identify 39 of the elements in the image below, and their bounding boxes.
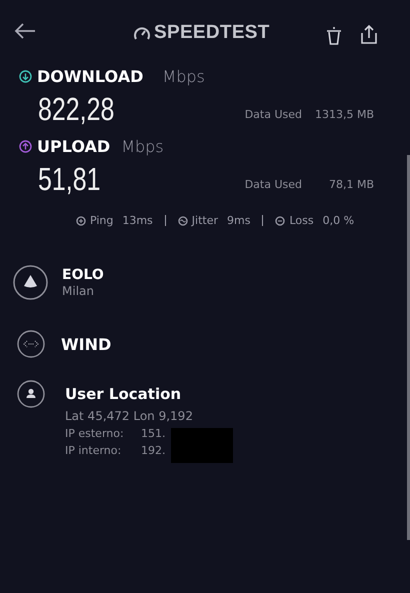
ip-label: IP interno:: [65, 444, 122, 457]
unit-label: Mbps: [162, 66, 205, 86]
metric-value: 13ms: [122, 214, 153, 227]
server-icon: [13, 265, 48, 300]
data-used-value: 1313,5 MB: [314, 108, 374, 121]
gauge-icon: [133, 26, 151, 40]
loss-icon: [275, 216, 286, 226]
metric-label: Loss: [289, 214, 314, 227]
result-label: DOWNLOAD: [37, 66, 144, 86]
result-label: UPLOAD: [37, 136, 110, 156]
ip-value: 192.: [141, 444, 166, 457]
server-location: Milan: [62, 284, 95, 298]
speed-value: 822,28: [38, 92, 116, 126]
data-used-label: Data Used: [244, 178, 302, 191]
coordinates: Lat 45,472 Lon 9,192: [65, 409, 193, 423]
metric-value: 9ms: [227, 214, 250, 227]
data-used-value: 78,1 MB: [328, 178, 374, 191]
back-icon[interactable]: [14, 23, 36, 39]
share-icon[interactable]: [361, 24, 377, 44]
provider-name: WIND: [61, 336, 112, 354]
data-used-label: Data Used: [244, 108, 302, 121]
ip-label: IP esterno:: [65, 427, 125, 440]
user-icon: [17, 380, 45, 408]
arrow-up-icon: [19, 140, 32, 152]
user-location-title: User Location: [65, 385, 182, 403]
app-logo: SPEEDTEST: [154, 22, 270, 44]
metric-value: 0,0 %: [322, 214, 354, 227]
ping-icon: [76, 216, 86, 226]
server-name: EOLO: [62, 266, 104, 284]
arrow-down-icon: [19, 70, 32, 82]
redaction-block: [171, 428, 233, 463]
network-icon: [17, 330, 45, 358]
unit-label: Mbps: [121, 136, 164, 156]
jitter-icon: [178, 216, 188, 226]
metric-label: Ping: [90, 214, 114, 227]
metric-label: Jitter: [192, 214, 218, 227]
ip-value: 151.: [141, 427, 166, 440]
trash-icon[interactable]: [326, 27, 342, 45]
speed-value: 51,81: [38, 162, 102, 196]
